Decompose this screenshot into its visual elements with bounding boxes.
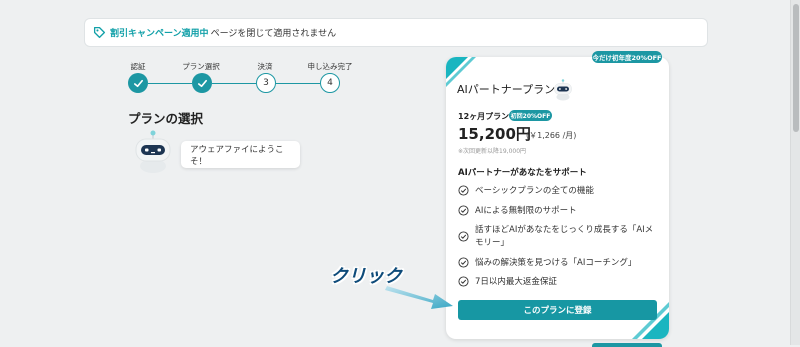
banner-text: ページを閉じて適用されません [210, 29, 337, 39]
feature-item: AIによる無制限のサポート [458, 205, 658, 218]
renewal-note: ※次回更新以降19,000円 [458, 148, 527, 155]
promo-badge: 今だけ初年度20%OFF [592, 51, 662, 63]
step-4-circle: 4 [320, 73, 340, 93]
check-circle-icon [458, 257, 469, 268]
checkmark-icon [197, 79, 207, 87]
register-plan-button[interactable]: このプランに登録 [458, 300, 657, 320]
feature-text: 話すほどAIがあなたをじっくり成長する「AIメモリー」 [475, 225, 654, 248]
step-label-auth: 認証 [130, 62, 146, 71]
plan-period: 12ヶ月プラン [458, 112, 510, 121]
plan-price: 15,200円 [458, 125, 531, 143]
step-connector [148, 83, 192, 84]
arrow-icon [385, 286, 453, 309]
next-card-peek [592, 343, 662, 347]
step-2-circle [192, 73, 212, 93]
step-1-circle [128, 73, 148, 93]
discount-badge: 初回20%OFF [509, 110, 552, 121]
page-scrollbar[interactable] [790, 0, 800, 345]
step-connector [212, 83, 256, 84]
robot-mascot-icon [554, 79, 572, 101]
monthly-price: (￥1,266 /月) [526, 131, 577, 140]
step-label-plan: プラン選択 [182, 62, 220, 71]
check-circle-icon [458, 276, 469, 287]
features-title: AIパートナーがあなたをサポート [458, 168, 587, 178]
feature-text: ベーシックプランの全ての機能 [475, 186, 594, 196]
scrollbar-thumb[interactable] [793, 4, 799, 132]
check-circle-icon [458, 205, 469, 216]
feature-text: 悩みの解決策を見つける「AIコーチング」 [475, 258, 637, 268]
plan-name: AIパートナープラン [457, 83, 556, 96]
step-3-circle: 3 [256, 73, 276, 93]
feature-item: 話すほどAIがあなたをじっくり成長する「AIメモリー」 [458, 224, 658, 250]
feature-text: AIによる無制限のサポート [475, 206, 577, 216]
assistant-message: アウェアファイにようこそ！ [181, 141, 300, 168]
banner-highlight: 割引キャンペーン適用中 [110, 29, 209, 39]
price-tag-icon [93, 26, 106, 39]
feature-text: 7日以内最大返金保証 [475, 277, 557, 287]
feature-item: 悩みの解決策を見つける「AIコーチング」 [458, 257, 658, 270]
step-label-complete: 申し込み完了 [307, 62, 353, 71]
checkmark-icon [133, 79, 143, 87]
check-circle-icon [458, 231, 469, 242]
check-circle-icon [458, 185, 469, 196]
page-title: プランの選択 [128, 111, 204, 126]
feature-item: 7日以内最大返金保証 [458, 276, 658, 289]
discount-banner: 割引キャンペーン適用中 ページを閉じて適用されません [84, 18, 708, 47]
robot-mascot-icon [135, 130, 171, 173]
step-connector [276, 83, 320, 84]
feature-item: ベーシックプランの全ての機能 [458, 185, 658, 198]
step-label-payment: 決済 [257, 62, 273, 71]
